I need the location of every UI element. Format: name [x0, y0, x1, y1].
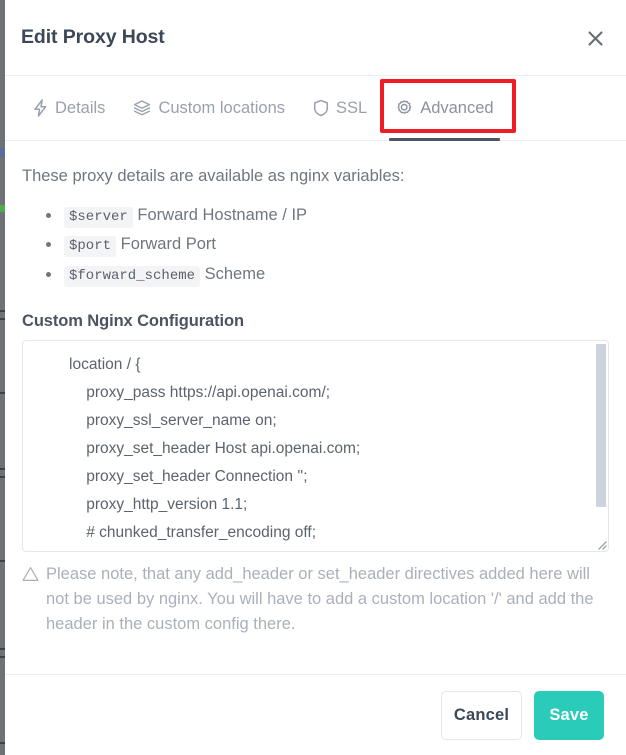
tab-label: Details	[55, 98, 106, 117]
custom-nginx-configuration-textarea[interactable]	[22, 340, 609, 552]
intro-text: These proxy details are available as ngi…	[22, 167, 405, 185]
variable-description: Forward Hostname / IP	[137, 205, 308, 224]
tab-details[interactable]: Details	[19, 76, 119, 140]
edit-proxy-host-modal: Edit Proxy Host Details Custom locations…	[5, 0, 626, 755]
modal-footer: Cancel Save	[5, 674, 626, 755]
variable-description: Scheme	[204, 264, 266, 283]
page-title: Edit Proxy Host	[21, 26, 165, 48]
close-icon[interactable]	[580, 23, 610, 53]
textarea-resize-handle[interactable]	[594, 537, 607, 550]
list-item: $port Forward Port	[46, 230, 609, 259]
save-button[interactable]: Save	[534, 690, 604, 740]
tab-ssl[interactable]: SSL	[299, 76, 381, 140]
tab-label: SSL	[336, 98, 368, 117]
custom-nginx-configuration-label: Custom Nginx Configuration	[22, 312, 244, 330]
custom-nginx-configuration-field	[22, 340, 609, 552]
layers-icon	[133, 99, 151, 117]
textarea-scrollbar-thumb[interactable]	[596, 344, 606, 507]
note-text: Please note, that any add_header or set_…	[22, 562, 612, 638]
gear-icon	[395, 99, 413, 117]
bolt-icon	[33, 99, 48, 117]
variable-description: Forward Port	[120, 235, 216, 254]
list-item: $server Forward Hostname / IP	[46, 201, 609, 230]
shield-icon	[313, 99, 329, 117]
modal-header: Edit Proxy Host	[5, 0, 626, 76]
tab-label: Advanced	[420, 98, 494, 117]
tab-label: Custom locations	[158, 98, 285, 117]
tab-bar: Details Custom locations SSL Advanced	[5, 76, 626, 141]
cancel-button[interactable]: Cancel	[441, 690, 522, 740]
variable-name: $forward_scheme	[64, 265, 201, 287]
modal-body: These proxy details are available as ngi…	[5, 141, 626, 672]
tab-custom-locations[interactable]: Custom locations	[119, 76, 299, 140]
list-item: $forward_scheme Scheme	[46, 260, 609, 289]
tab-advanced[interactable]: Advanced	[381, 76, 507, 141]
warning-triangle-icon	[22, 565, 39, 590]
variable-name: $server	[64, 206, 133, 228]
nginx-variable-list: $server Forward Hostname / IP $port Forw…	[22, 201, 609, 289]
note-message: Please note, that any add_header or set_…	[46, 565, 594, 634]
variable-name: $port	[64, 236, 117, 258]
